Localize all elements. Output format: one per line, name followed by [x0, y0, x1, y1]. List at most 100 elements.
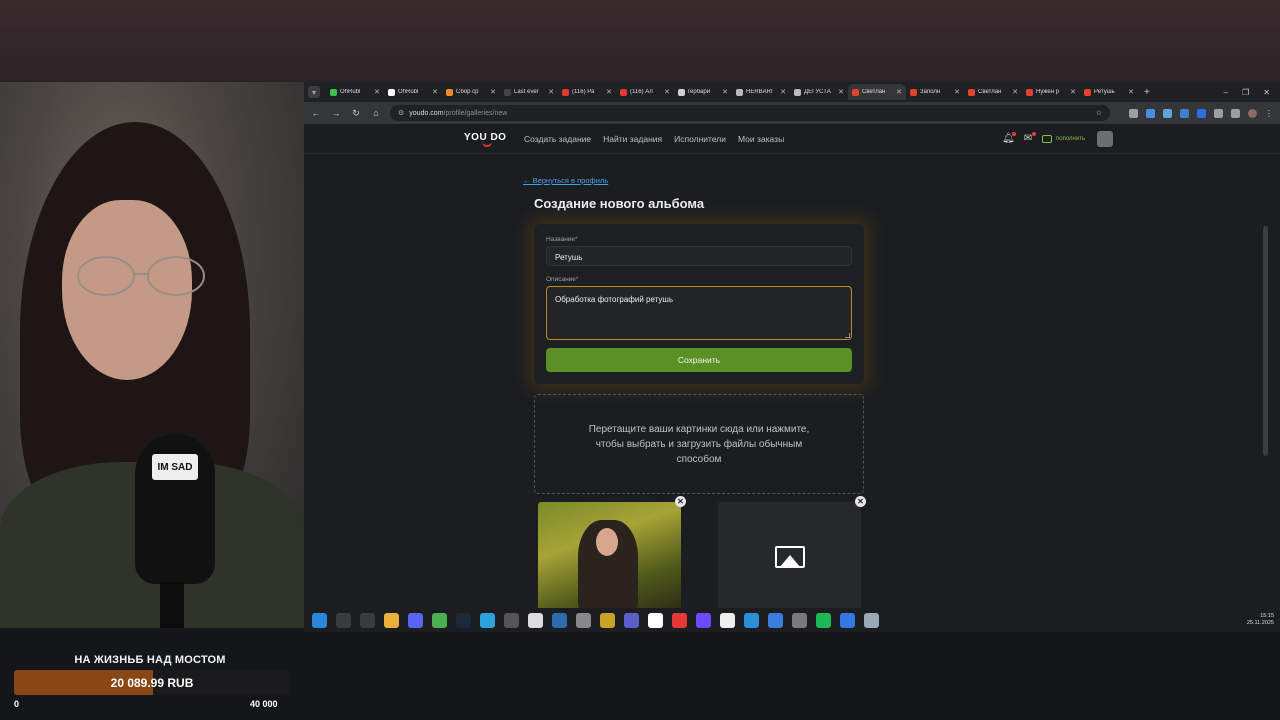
- browser-tab[interactable]: (116) Ра ✕: [558, 84, 616, 100]
- browser-tab[interactable]: Светлан ✕: [848, 84, 906, 100]
- nav-performers[interactable]: Исполнители: [674, 134, 726, 144]
- extension-puzzle-icon[interactable]: [1214, 108, 1223, 118]
- cloud-icon[interactable]: [576, 612, 591, 628]
- remove-placeholder-close-icon[interactable]: ✕: [855, 496, 866, 507]
- browser-tab[interactable]: ДЕГУСТА ✕: [790, 84, 848, 100]
- discord-icon[interactable]: [408, 612, 423, 628]
- avatar[interactable]: [1097, 131, 1114, 147]
- file-explorer-icon[interactable]: [384, 612, 399, 628]
- tab-close-icon[interactable]: ✕: [1070, 88, 1076, 96]
- browser-tab[interactable]: Заполн ✕: [906, 84, 964, 100]
- tab-close-icon[interactable]: ✕: [838, 88, 844, 96]
- browser-tab[interactable]: OhRubl ✕: [384, 84, 442, 100]
- tab-favicon-icon: [1084, 88, 1091, 96]
- c-icon[interactable]: [744, 612, 759, 628]
- browser-tab[interactable]: (116) Ал ✕: [616, 84, 674, 100]
- calculator-icon[interactable]: [864, 612, 879, 628]
- tab-close-icon[interactable]: ✕: [664, 88, 670, 96]
- obs-icon[interactable]: [504, 612, 519, 628]
- telegram-icon[interactable]: [480, 612, 495, 628]
- home-icon[interactable]: ⌂: [370, 108, 382, 118]
- profile-icon[interactable]: [1248, 108, 1257, 118]
- back-arrow-icon[interactable]: ←: [310, 108, 322, 118]
- task-view-icon[interactable]: [360, 612, 375, 628]
- extension-screen-icon[interactable]: [1180, 108, 1189, 118]
- maximize-icon[interactable]: ❐: [1242, 88, 1249, 97]
- browser-tab[interactable]: Нужен р ✕: [1022, 84, 1080, 100]
- new-tab-button[interactable]: +: [1144, 87, 1150, 98]
- remove-photo-close-icon[interactable]: ✕: [675, 496, 686, 507]
- goal-title: НА ЖИЗНЬБ НАД МОСТОМ: [74, 654, 226, 666]
- windows-start-icon[interactable]: [312, 612, 327, 628]
- stats-icon[interactable]: [768, 612, 783, 628]
- tab-close-icon[interactable]: ✕: [606, 88, 612, 96]
- search-icon[interactable]: [336, 612, 351, 628]
- chrome-icon[interactable]: [432, 612, 447, 628]
- minimize-icon[interactable]: –: [1224, 88, 1228, 97]
- page-scrollbar[interactable]: [1263, 226, 1268, 456]
- nav-create-task[interactable]: Создать задание: [524, 134, 591, 144]
- download-icon[interactable]: [1231, 108, 1240, 118]
- reload-icon[interactable]: ↻: [350, 108, 362, 119]
- browser-tab[interactable]: OhRubl ✕: [326, 84, 384, 100]
- yandex-icon[interactable]: [672, 612, 687, 628]
- tab-close-icon[interactable]: ✕: [780, 88, 786, 96]
- name-label: Название*: [546, 236, 578, 243]
- nav-find-tasks[interactable]: Найти задания: [603, 134, 662, 144]
- chat-icon[interactable]: ✉︎: [1022, 132, 1036, 145]
- browser-menu-icon[interactable]: ⋮: [1265, 109, 1274, 118]
- tab-favicon-icon: [388, 88, 395, 96]
- description-field[interactable]: Обработка фотографий ретушь: [546, 286, 852, 340]
- tab-close-icon[interactable]: ✕: [722, 88, 728, 96]
- browser-tab[interactable]: Last ever ✕: [500, 84, 558, 100]
- document-icon[interactable]: [528, 612, 543, 628]
- wallet-button[interactable]: пополнить: [1042, 135, 1085, 143]
- tab-close-icon[interactable]: ✕: [548, 88, 554, 96]
- extension-shield-icon[interactable]: [1146, 108, 1155, 118]
- address-bar[interactable]: ⚙ youdo.com/profile/galleries/new ☆: [390, 105, 1110, 121]
- close-window-icon[interactable]: ✕: [1263, 88, 1270, 97]
- bookmark-star-icon[interactable]: ☆: [1096, 109, 1102, 117]
- image-dropzone[interactable]: Перетащите ваши картинки сюда или нажмит…: [534, 394, 864, 494]
- t-icon[interactable]: [624, 612, 639, 628]
- tab-close-icon[interactable]: ✕: [490, 88, 496, 96]
- tab-close-icon[interactable]: ✕: [954, 88, 960, 96]
- tab-close-icon[interactable]: ✕: [1128, 88, 1134, 96]
- address-toolbar: ← → ↻ ⌂ ⚙ youdo.com/profile/galleries/ne…: [304, 102, 1280, 124]
- extension-link-icon[interactable]: [1129, 108, 1138, 118]
- extension-check-icon[interactable]: [1197, 108, 1206, 118]
- extension-translate-icon[interactable]: [1163, 108, 1172, 118]
- image-placeholder-thumbnail[interactable]: [718, 502, 861, 608]
- browser-window: ▾ OhRubl ✕ OhRubl ✕ Сбор ср ✕ Last ever ✕ (116) …: [304, 82, 1280, 608]
- globe-icon[interactable]: [792, 612, 807, 628]
- browser-tab[interactable]: Ретушь ✕: [1080, 84, 1138, 100]
- tab-close-icon[interactable]: ✕: [1012, 88, 1018, 96]
- lc-icon[interactable]: [552, 612, 567, 628]
- spotify-icon[interactable]: [816, 612, 831, 628]
- site-info-icon[interactable]: ⚙: [398, 109, 404, 117]
- tab-search-button[interactable]: ▾: [308, 86, 320, 98]
- back-to-profile-link[interactable]: ← Вернуться в профиль: [523, 176, 608, 185]
- uploaded-photo-thumbnail[interactable]: [538, 502, 681, 608]
- video-icon[interactable]: [840, 612, 855, 628]
- name-field[interactable]: Ретушь: [546, 246, 852, 266]
- yandex-browser-icon[interactable]: [648, 612, 663, 628]
- forward-arrow-icon[interactable]: →: [330, 108, 342, 118]
- steam-icon[interactable]: [456, 612, 471, 628]
- tab-close-icon[interactable]: ✕: [432, 88, 438, 96]
- description-text: Обработка фотографий ретушь: [555, 295, 673, 304]
- bell-icon[interactable]: 🔔︎: [1002, 132, 1016, 145]
- app-icon[interactable]: [600, 612, 615, 628]
- proton-icon[interactable]: [696, 612, 711, 628]
- system-clock[interactable]: 15:15 25.11.2025: [1247, 613, 1280, 627]
- notes-icon[interactable]: [720, 612, 735, 628]
- browser-tab[interactable]: Сбор ср ✕: [442, 84, 500, 100]
- nav-my-orders[interactable]: Мои заказы: [738, 134, 784, 144]
- resize-handle-icon[interactable]: [845, 333, 850, 338]
- tab-close-icon[interactable]: ✕: [374, 88, 380, 96]
- tab-close-icon[interactable]: ✕: [896, 88, 902, 96]
- browser-tab[interactable]: гербари ✕: [674, 84, 732, 100]
- browser-tab[interactable]: Светлан ✕: [964, 84, 1022, 100]
- save-button[interactable]: Сохранить: [546, 348, 852, 372]
- browser-tab[interactable]: HERBARI ✕: [732, 84, 790, 100]
